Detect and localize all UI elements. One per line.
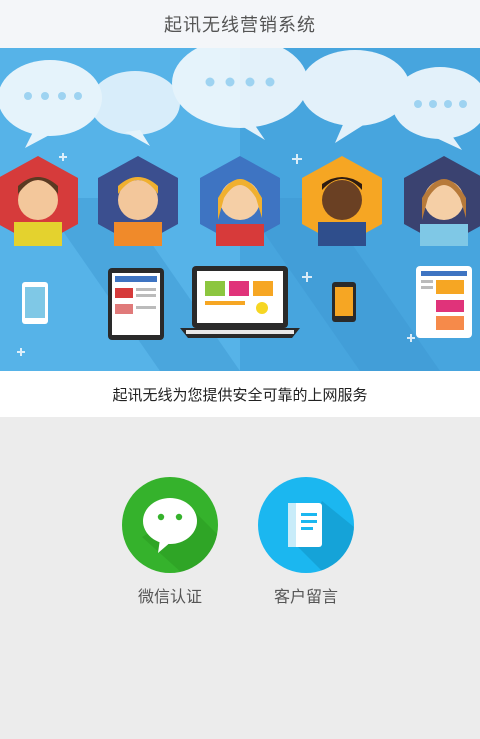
action-buttons: 微信认证 客户留言 — [0, 477, 480, 617]
tablet-device — [108, 268, 164, 340]
tablet-device — [416, 266, 472, 338]
wechat-auth-label: 微信认证 — [137, 587, 202, 606]
leave-message-label: 客户留言 — [273, 587, 338, 606]
laptop-device — [180, 266, 300, 338]
tagline: 起讯无线为您提供安全可靠的上网服务 — [112, 385, 368, 404]
page-title: 起讯无线营销系统 — [164, 15, 316, 36]
tagline-bar: 起讯无线为您提供安全可靠的上网服务 — [0, 371, 480, 417]
hero-illustration — [0, 48, 480, 371]
message-book-icon — [258, 477, 354, 573]
wechat-icon — [122, 477, 218, 573]
hero-banner — [0, 48, 480, 371]
wechat-auth-button[interactable]: 微信认证 — [100, 477, 240, 607]
app-header: 起讯无线营销系统 — [0, 0, 480, 49]
phone-device — [22, 282, 48, 324]
leave-message-button[interactable]: 客户留言 — [236, 477, 376, 607]
phone-device — [332, 282, 356, 322]
